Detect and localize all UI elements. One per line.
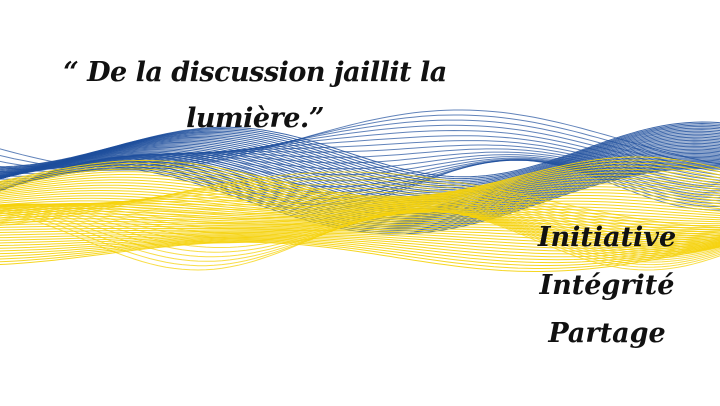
value-integrite: Intégrité <box>539 270 675 301</box>
values-list: Initiative Intégrité Partage <box>522 214 692 358</box>
quote-line-2: lumière.” <box>186 103 324 134</box>
value-partage: Partage <box>548 318 666 349</box>
quote-text: “ De la discussion jaillit la lumière.” <box>40 50 470 142</box>
value-initiative: Initiative <box>537 222 677 253</box>
quote-line-1: “ De la discussion jaillit la <box>63 57 447 88</box>
